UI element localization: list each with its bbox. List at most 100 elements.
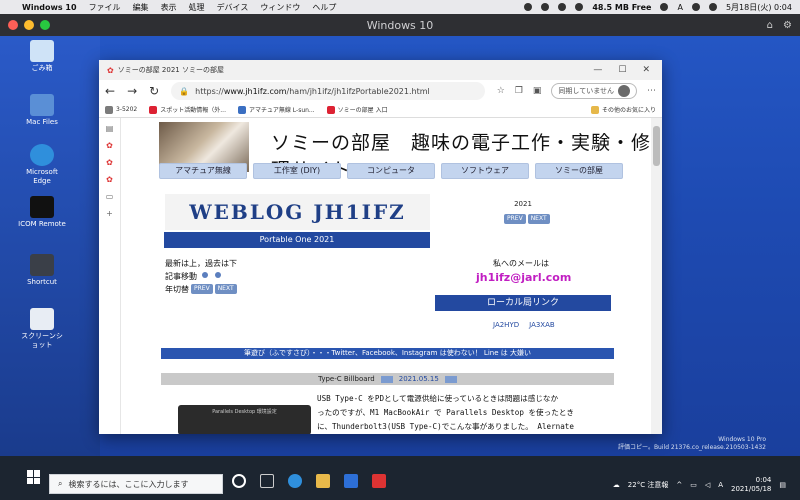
status-icon[interactable] xyxy=(524,3,533,11)
edition-text: Windows 10 Pro xyxy=(718,436,766,443)
favorite-label: スポット活動情報（外... xyxy=(160,107,226,114)
local-links: JA2HYD JA3XAB xyxy=(493,321,555,329)
chevron-up-icon[interactable]: ^ xyxy=(676,481,682,489)
icom-remote-icon[interactable]: ICOM Remote xyxy=(18,196,66,229)
memory-status[interactable]: 48.5 MB Free xyxy=(592,3,651,12)
article-down-icon[interactable] xyxy=(215,272,221,278)
scrollbar-thumb[interactable] xyxy=(653,126,660,166)
status-icon[interactable] xyxy=(575,3,584,11)
task-view-icon[interactable] xyxy=(260,474,274,488)
page-tab-icon[interactable]: ▭ xyxy=(106,192,114,201)
menubar-datetime[interactable]: 5月18日(火) 0:04 xyxy=(726,2,792,13)
page-scrollbar[interactable] xyxy=(651,118,662,434)
prev-button[interactable]: PREV xyxy=(191,284,213,294)
new-tab-icon[interactable]: + xyxy=(106,209,113,218)
menu-actions[interactable]: 処理 xyxy=(189,2,205,13)
nav-somy-room[interactable]: ソミーの部屋 xyxy=(535,163,623,179)
ime-indicator[interactable]: A xyxy=(718,481,723,489)
more-icon[interactable]: ⋯ xyxy=(647,86,656,96)
minimize-icon[interactable]: — xyxy=(593,65,602,75)
edge-desktop-icon[interactable]: Microsoft Edge xyxy=(18,144,66,186)
next-button[interactable]: NEXT xyxy=(214,284,237,294)
sync-button[interactable]: 同期していません xyxy=(551,83,637,99)
arrow-left-icon[interactable] xyxy=(380,375,393,383)
favorite-item[interactable]: アマチュア無線 L-sun... xyxy=(238,105,315,114)
arrow-right-icon[interactable] xyxy=(444,375,457,383)
back-icon[interactable]: ← xyxy=(105,84,115,98)
nav-diy[interactable]: 工作室 (DIY) xyxy=(253,163,341,179)
favorite-item[interactable]: ソミーの部屋 入口 xyxy=(326,105,388,114)
nav-computer[interactable]: コンピュータ xyxy=(347,163,435,179)
status-icon[interactable] xyxy=(558,3,567,11)
collections-icon[interactable]: ❐ xyxy=(515,86,523,96)
file-explorer-icon[interactable] xyxy=(316,474,330,488)
local-link[interactable]: JA3XAB xyxy=(529,321,555,329)
favorite-item[interactable]: スポット活動情報（外... xyxy=(149,105,226,114)
notification-icon[interactable]: ▤ xyxy=(779,481,786,489)
nav-amateur-radio[interactable]: アマチュア無線 xyxy=(159,163,247,179)
gear-icon[interactable]: ⚙ xyxy=(783,20,792,31)
lock-icon[interactable]: ⌂ xyxy=(767,20,773,31)
other-favorites[interactable]: その他のお気に入り xyxy=(590,105,656,114)
status-icon[interactable] xyxy=(660,3,669,11)
taskbar-search[interactable]: ⌕ 検索するには、ここに入力します xyxy=(49,474,223,494)
next-year-button[interactable]: NEXT xyxy=(527,214,550,224)
status-icon[interactable] xyxy=(541,3,550,11)
taskbar-clock[interactable]: 0:04 2021/05/18 xyxy=(731,476,771,494)
menu-edit[interactable]: 編集 xyxy=(133,2,149,13)
star-icon[interactable]: ☆ xyxy=(497,86,505,96)
tabs-icon[interactable]: ▣ xyxy=(533,86,542,96)
prev-year-button[interactable]: PREV xyxy=(504,214,526,224)
menu-file[interactable]: ファイル xyxy=(89,2,121,13)
article-up-icon[interactable] xyxy=(202,272,208,278)
year-switch-arrows: PREV NEXT xyxy=(191,284,237,294)
menu-window[interactable]: ウィンドウ xyxy=(260,2,300,13)
volume-icon[interactable]: ◁ xyxy=(705,481,710,489)
icom-image xyxy=(30,196,54,218)
rabbit-tab-icon[interactable]: ✿ xyxy=(106,175,113,184)
section-date: 2021.05.15 xyxy=(398,375,439,383)
forward-icon[interactable]: → xyxy=(127,84,137,98)
shortcut-icon[interactable]: Shortcut xyxy=(18,254,66,287)
article-line: USB Type-C をPDとして電源供給に使っているときは問題は感じなか xyxy=(317,394,559,403)
tab-title[interactable]: ソミーの部屋 2021 ソミーの部屋 xyxy=(118,65,224,75)
refresh-icon[interactable]: ↻ xyxy=(149,84,159,98)
recycle-bin-icon[interactable]: ごみ箱 xyxy=(18,40,66,73)
control-center-icon[interactable] xyxy=(708,3,717,11)
menubar-app-name[interactable]: Windows 10 xyxy=(22,3,77,12)
rabbit-tab-icon[interactable]: ✿ xyxy=(106,158,113,167)
portable-banner[interactable]: Portable One 2021 xyxy=(164,232,430,248)
menubar-status: 48.5 MB Free A 5月18日(火) 0:04 xyxy=(524,2,800,13)
store-icon[interactable] xyxy=(344,474,358,488)
local-link[interactable]: JA2HYD xyxy=(493,321,519,329)
mac-menubar: Windows 10 ファイル 編集 表示 処理 デバイス ウィンドウ ヘルプ … xyxy=(0,0,800,14)
close-icon[interactable]: ✕ xyxy=(642,65,650,75)
mac-files-icon[interactable]: Mac Files xyxy=(18,94,66,127)
input-mode[interactable]: A xyxy=(677,3,682,12)
rabbit-tab-icon[interactable]: ✿ xyxy=(106,141,113,150)
app-taskbar-icon[interactable] xyxy=(372,474,386,488)
tab-actions-icon[interactable]: ▤ xyxy=(106,124,114,133)
edge-taskbar-icon[interactable] xyxy=(288,474,302,488)
mail-link[interactable]: jh1ifz@jarl.com xyxy=(476,271,571,284)
favorite-item[interactable]: 3-5202 xyxy=(105,105,137,114)
vm-title: Windows 10 xyxy=(366,18,434,32)
windows-start-icon[interactable] xyxy=(27,470,41,484)
section-header: Type-C Billboard 2021.05.15 xyxy=(161,373,614,385)
recycle-bin-image xyxy=(30,40,54,62)
weather-icon[interactable]: ☁ xyxy=(613,481,620,489)
weather-text[interactable]: 22°C 注意報 xyxy=(628,480,669,490)
network-icon[interactable]: ▭ xyxy=(690,481,697,489)
url-field[interactable]: 🔒 https://www.jh1ifz.com/ham/jh1ifz/jh1i… xyxy=(171,82,485,100)
settings-screenshot-thumb[interactable]: Parallels Desktop 環境設定 xyxy=(178,405,311,434)
wifi-icon[interactable] xyxy=(691,3,700,11)
menu-help[interactable]: ヘルプ xyxy=(312,2,336,13)
cortana-icon[interactable] xyxy=(232,474,246,488)
page-icon xyxy=(238,105,246,114)
menu-devices[interactable]: デバイス xyxy=(217,2,249,13)
favorites-bar: 3-5202 スポット活動情報（外... アマチュア無線 L-sun... ソミ… xyxy=(99,102,662,118)
nav-software[interactable]: ソフトウェア xyxy=(441,163,529,179)
menu-view[interactable]: 表示 xyxy=(161,2,177,13)
maximize-icon[interactable]: ☐ xyxy=(618,65,626,75)
screenshot-file-icon[interactable]: スクリーンショット xyxy=(18,308,66,350)
